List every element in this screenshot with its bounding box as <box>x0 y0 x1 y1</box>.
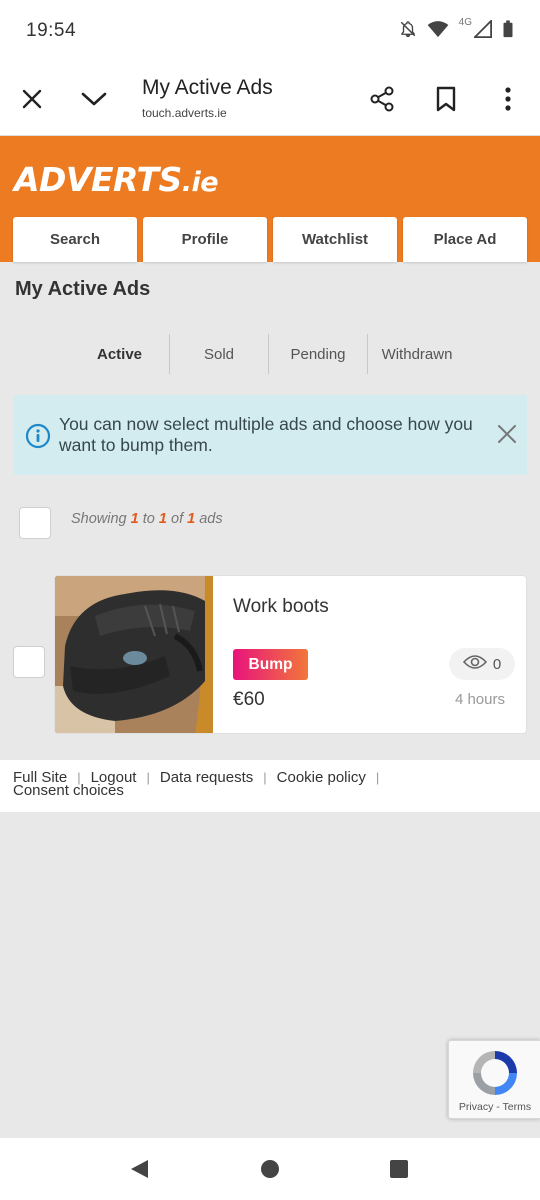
bump-button[interactable]: Bump <box>233 649 308 680</box>
showing-from: 1 <box>130 511 139 527</box>
chevron-down-icon[interactable] <box>77 82 111 116</box>
ad-title[interactable]: Work boots <box>233 596 329 618</box>
page-heading: My Active Ads <box>15 278 151 300</box>
footer-separator: | <box>375 770 380 785</box>
ad-thumbnail[interactable] <box>55 576 213 733</box>
showing-to: 1 <box>158 511 167 527</box>
browser-toolbar: My Active Ads touch.adverts.ie <box>0 62 540 136</box>
recaptcha-separator: - <box>496 1101 500 1113</box>
back-icon[interactable] <box>128 1158 150 1185</box>
ad-age: 4 hours <box>454 691 505 708</box>
info-icon <box>25 423 51 454</box>
showing-count: Showing 1 to 1 of 1 ads <box>71 511 223 527</box>
showing-to-word: to <box>142 511 155 527</box>
status-icons: 4G <box>399 16 514 38</box>
recaptcha-badge[interactable]: Privacy - Terms <box>448 1040 540 1119</box>
bookmark-icon[interactable] <box>429 82 463 116</box>
recaptcha-links: Privacy - Terms <box>449 1101 540 1113</box>
browser-url[interactable]: touch.adverts.ie <box>142 106 227 120</box>
tab-active[interactable]: Active <box>70 334 169 374</box>
nav-place-ad[interactable]: Place Ad <box>403 217 527 262</box>
showing-of-word: of <box>171 511 184 527</box>
ad-select-checkbox[interactable] <box>13 646 45 678</box>
showing-prefix: Showing <box>71 511 127 527</box>
wifi-icon <box>427 20 449 38</box>
showing-suffix: ads <box>199 511 223 527</box>
ad-card[interactable]: Work boots Bump €60 0 4 hours <box>54 575 527 734</box>
status-time: 19:54 <box>26 20 77 41</box>
close-icon[interactable] <box>496 423 518 450</box>
site-header: ADVERTS.ie Search Profile Watchlist Plac… <box>0 136 540 262</box>
showing-total: 1 <box>187 511 196 527</box>
logo-suffix: .ie <box>181 167 219 198</box>
system-nav-bar <box>0 1138 540 1200</box>
browser-page-title: My Active Ads <box>142 76 273 99</box>
close-icon[interactable] <box>15 82 49 116</box>
info-banner: You can now select multiple ads and choo… <box>14 395 527 475</box>
home-icon[interactable] <box>260 1159 280 1184</box>
recaptcha-terms-link[interactable]: Terms <box>503 1101 532 1113</box>
network-type-label: 4G <box>458 16 472 28</box>
recents-icon[interactable] <box>389 1159 409 1184</box>
tab-sold[interactable]: Sold <box>169 334 268 374</box>
battery-icon <box>502 20 514 38</box>
recaptcha-privacy-link[interactable]: Privacy <box>459 1101 493 1113</box>
share-icon[interactable] <box>365 82 399 116</box>
tab-pending[interactable]: Pending <box>268 334 367 374</box>
footer-link-cookie-policy[interactable]: Cookie policy <box>277 770 366 785</box>
ad-status-tabs: Active Sold Pending Withdrawn <box>70 334 466 374</box>
footer-link-consent-choices[interactable]: Consent choices <box>13 783 124 798</box>
views-badge: 0 <box>449 648 515 680</box>
site-nav: Search Profile Watchlist Place Ad <box>13 217 527 262</box>
tab-withdrawn[interactable]: Withdrawn <box>367 334 466 374</box>
eye-icon <box>462 654 487 674</box>
footer-links: Full Site | Logout | Data requests | Cookie po… <box>13 770 433 798</box>
views-count: 0 <box>492 655 502 673</box>
recaptcha-icon <box>469 1047 521 1104</box>
footer-link-data-requests[interactable]: Data requests <box>160 770 253 785</box>
footer-separator: | <box>263 770 267 785</box>
logo-main: ADVERTS <box>14 160 182 199</box>
ad-price: €60 <box>233 689 265 710</box>
signal-icon <box>474 20 492 38</box>
footer: Full Site | Logout | Data requests | Cookie po… <box>0 760 540 812</box>
nav-profile[interactable]: Profile <box>143 217 267 262</box>
status-bar: 19:54 4G <box>0 0 540 62</box>
nav-search[interactable]: Search <box>13 217 137 262</box>
footer-separator: | <box>146 770 150 785</box>
notifications-off-icon <box>399 20 417 38</box>
adverts-logo[interactable]: ADVERTS.ie <box>14 160 219 199</box>
nav-watchlist[interactable]: Watchlist <box>273 217 397 262</box>
select-all-checkbox[interactable] <box>19 507 51 539</box>
info-banner-text: You can now select multiple ads and choo… <box>59 414 473 455</box>
more-vert-icon[interactable] <box>491 82 525 116</box>
